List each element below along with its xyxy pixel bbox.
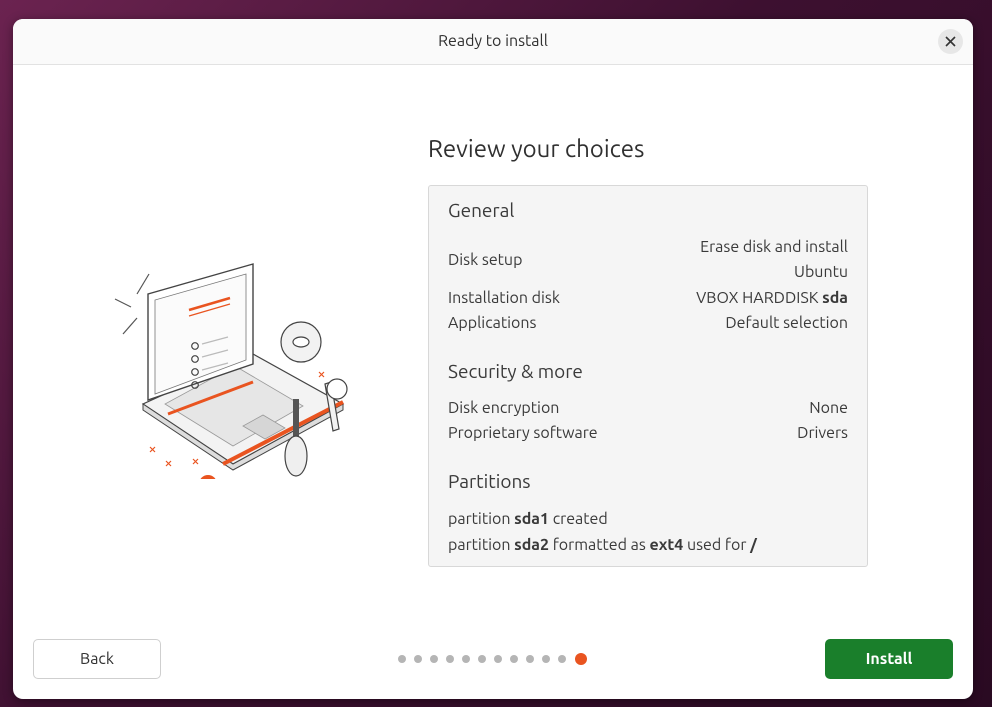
partition-used-for: used for	[686, 536, 747, 554]
partition-line-1: partition sda1 created	[448, 507, 608, 532]
step-dot	[414, 655, 422, 663]
partition-action: formatted as	[552, 536, 646, 554]
proprietary-software-value: Drivers	[797, 424, 848, 442]
proprietary-software-label: Proprietary software	[448, 424, 598, 442]
step-dot	[398, 655, 406, 663]
step-dot	[494, 655, 502, 663]
applications-label: Applications	[448, 314, 537, 332]
step-dot	[430, 655, 438, 663]
disk-setup-value-line2: Ubuntu	[794, 263, 848, 281]
back-button[interactable]: Back	[33, 639, 161, 679]
laptop-illustration	[114, 263, 348, 479]
summary-card: General Disk setup Erase disk and instal…	[428, 185, 868, 567]
step-dot	[462, 655, 470, 663]
partition-action: created	[552, 510, 608, 528]
section-title-partitions: Partitions	[448, 470, 531, 492]
installer-window: Ready to install Review your choices Gen…	[13, 19, 973, 699]
partition-device: sda1	[514, 510, 550, 528]
partition-filesystem: ext4	[649, 536, 684, 554]
disk-setup-value: Erase disk and install Ubuntu	[700, 235, 848, 285]
step-dot	[542, 655, 550, 663]
title-bar: Ready to install	[13, 19, 973, 65]
step-dot	[558, 655, 566, 663]
applications-value: Default selection	[725, 314, 848, 332]
partition-mount-point: /	[750, 536, 757, 554]
window-title: Ready to install	[438, 32, 548, 50]
install-button[interactable]: Install	[825, 639, 953, 679]
installation-disk-value: VBOX HARDDISK sda	[696, 286, 848, 311]
close-button[interactable]	[938, 29, 963, 54]
disk-encryption-value: None	[809, 399, 848, 417]
step-dot	[446, 655, 454, 663]
disk-setup-label: Disk setup	[448, 251, 523, 269]
partition-device: sda2	[514, 536, 550, 554]
disk-setup-value-line1: Erase disk and install	[700, 238, 848, 256]
installation-disk-label: Installation disk	[448, 289, 560, 307]
step-dot-active	[575, 653, 587, 665]
partition-line-2: partition sda2 formatted as ext4 used fo…	[448, 533, 757, 558]
section-title-general: General	[448, 199, 515, 221]
partition-word: partition	[448, 510, 511, 528]
section-title-security: Security & more	[448, 360, 583, 382]
step-dot	[510, 655, 518, 663]
close-icon	[945, 36, 956, 47]
installation-disk-model: VBOX HARDDISK	[696, 289, 819, 307]
step-dot	[526, 655, 534, 663]
page-heading: Review your choices	[428, 135, 645, 162]
installation-disk-device: sda	[822, 289, 848, 307]
disk-encryption-label: Disk encryption	[448, 399, 560, 417]
partition-word: partition	[448, 536, 511, 554]
step-dot	[478, 655, 486, 663]
